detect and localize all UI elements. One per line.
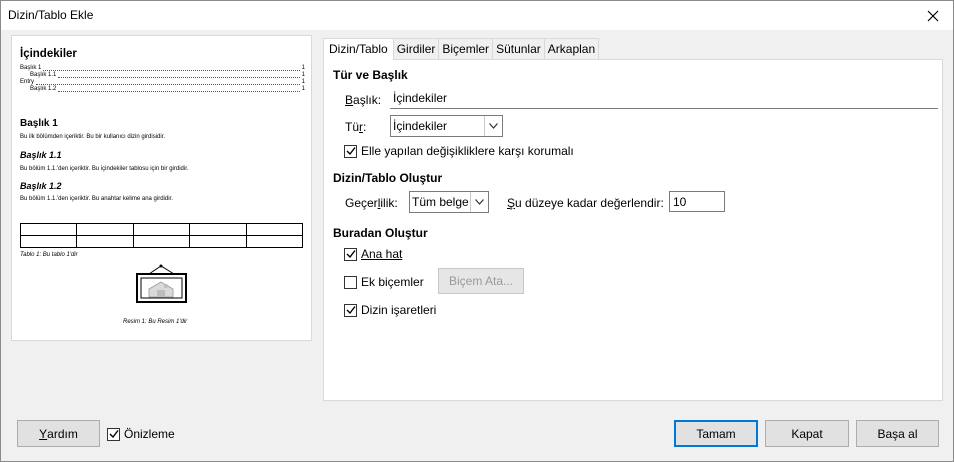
tab-bar: Dizin/Tablo Girdiler Biçemler Sütunlar A… bbox=[323, 38, 600, 60]
protect-label: Elle yapılan değişikliklere karşı koruma… bbox=[361, 144, 574, 158]
preview-toc-entry: Başlık 1.2 1 bbox=[30, 86, 305, 92]
additional-styles-checkbox[interactable]: Ek biçemler bbox=[344, 275, 424, 289]
preview-heading-1-2: Başlık 1.2 bbox=[20, 181, 62, 191]
preview-table bbox=[19, 223, 304, 248]
chevron-down-icon bbox=[484, 116, 502, 136]
tab-styles[interactable]: Biçemler bbox=[438, 38, 494, 59]
index-marks-label: Dizin işaretleri bbox=[361, 303, 437, 317]
checkbox-checked-icon bbox=[344, 303, 357, 317]
help-button[interactable]: Yardım bbox=[17, 420, 100, 447]
index-marks-checkbox[interactable]: Dizin işaretleri bbox=[344, 303, 436, 317]
preview-label: Önizleme bbox=[124, 427, 175, 441]
outline-checkbox[interactable]: Ana hat bbox=[344, 247, 402, 261]
preview-toc-entry: Entry 1 bbox=[20, 79, 305, 85]
preview-toc-title: İçindekiler bbox=[20, 48, 77, 60]
additional-styles-label: Ek biçemler bbox=[361, 275, 424, 289]
title-input[interactable] bbox=[390, 88, 938, 109]
assign-styles-button[interactable]: Biçem Ata... bbox=[438, 268, 524, 294]
type-select[interactable]: İçindekiler bbox=[390, 115, 503, 137]
reset-button[interactable]: Başa al bbox=[856, 420, 939, 447]
close-button[interactable]: Kapat bbox=[765, 420, 849, 447]
checkbox-unchecked-icon bbox=[344, 275, 357, 289]
preview-toc-entry: Başlık 1.1 1 bbox=[30, 72, 305, 78]
preview-pane: İçindekiler Başlık 11 Başlık 1.1 1 Entry 1… bbox=[11, 35, 312, 341]
section-create-index: Dizin/Tablo Oluştur bbox=[333, 171, 443, 185]
preview-heading-1: Başlık 1 bbox=[20, 118, 58, 129]
scope-label: Geçerlilik: bbox=[345, 196, 398, 210]
preview-paragraph: Bu bölüm 1.1.'den içeriktir. Bu anahtar … bbox=[20, 196, 173, 202]
window-title: Dizin/Tablo Ekle bbox=[8, 8, 94, 22]
protect-checkbox[interactable]: Elle yapılan değişikliklere karşı koruma… bbox=[344, 144, 574, 158]
scope-select[interactable]: Tüm belge bbox=[409, 191, 489, 213]
tab-entries[interactable]: Girdiler bbox=[392, 38, 440, 59]
chevron-down-icon bbox=[470, 192, 488, 212]
preview-paragraph: Bu ilk bölümden içeriktir. Bu bir kullan… bbox=[20, 134, 166, 140]
preview-table-caption: Tablo 1: Bu tablo 1'dir bbox=[20, 252, 78, 258]
tab-columns[interactable]: Sütunlar bbox=[492, 38, 545, 59]
tab-panel-index: Tür ve Başlık Başlık: Tür: İçindekiler E… bbox=[323, 59, 943, 401]
ok-button[interactable]: Tamam bbox=[674, 420, 758, 447]
checkbox-checked-icon bbox=[344, 144, 357, 158]
preview-toc-entry: Başlık 11 bbox=[20, 65, 305, 71]
title-bar: Dizin/Tablo Ekle bbox=[1, 1, 953, 30]
tab-index[interactable]: Dizin/Tablo bbox=[323, 38, 394, 60]
preview-paragraph: Bu bölüm 1.1.'den içeriktir. Bu içindeki… bbox=[20, 166, 189, 172]
preview-toc: Başlık 11 Başlık 1.1 1 Entry 1 Başlık 1.2 1 bbox=[20, 65, 305, 93]
preview-heading-1-1: Başlık 1.1 bbox=[20, 150, 62, 160]
preview-picture-icon bbox=[136, 264, 187, 303]
preview-picture-caption: Resim 1: Bu Resim 1'dir bbox=[123, 319, 188, 325]
checkbox-checked-icon bbox=[107, 427, 120, 441]
close-icon[interactable] bbox=[913, 1, 953, 30]
eval-level-spinner[interactable] bbox=[669, 191, 725, 212]
type-label: Tür: bbox=[345, 120, 367, 134]
checkbox-checked-icon bbox=[344, 247, 357, 261]
preview-checkbox[interactable]: Önizleme bbox=[107, 427, 175, 441]
title-label: Başlık: bbox=[345, 93, 382, 107]
eval-level-label: Şu düzeye kadar değerlendir: bbox=[507, 196, 664, 210]
section-create-from: Buradan Oluştur bbox=[333, 226, 428, 240]
insert-index-dialog: Dizin/Tablo Ekle İçindekiler Başlık 11 B… bbox=[0, 0, 954, 462]
outline-label: Ana hat bbox=[361, 247, 403, 261]
tab-background[interactable]: Arkaplan bbox=[543, 38, 600, 59]
section-type-title: Tür ve Başlık bbox=[333, 68, 408, 82]
